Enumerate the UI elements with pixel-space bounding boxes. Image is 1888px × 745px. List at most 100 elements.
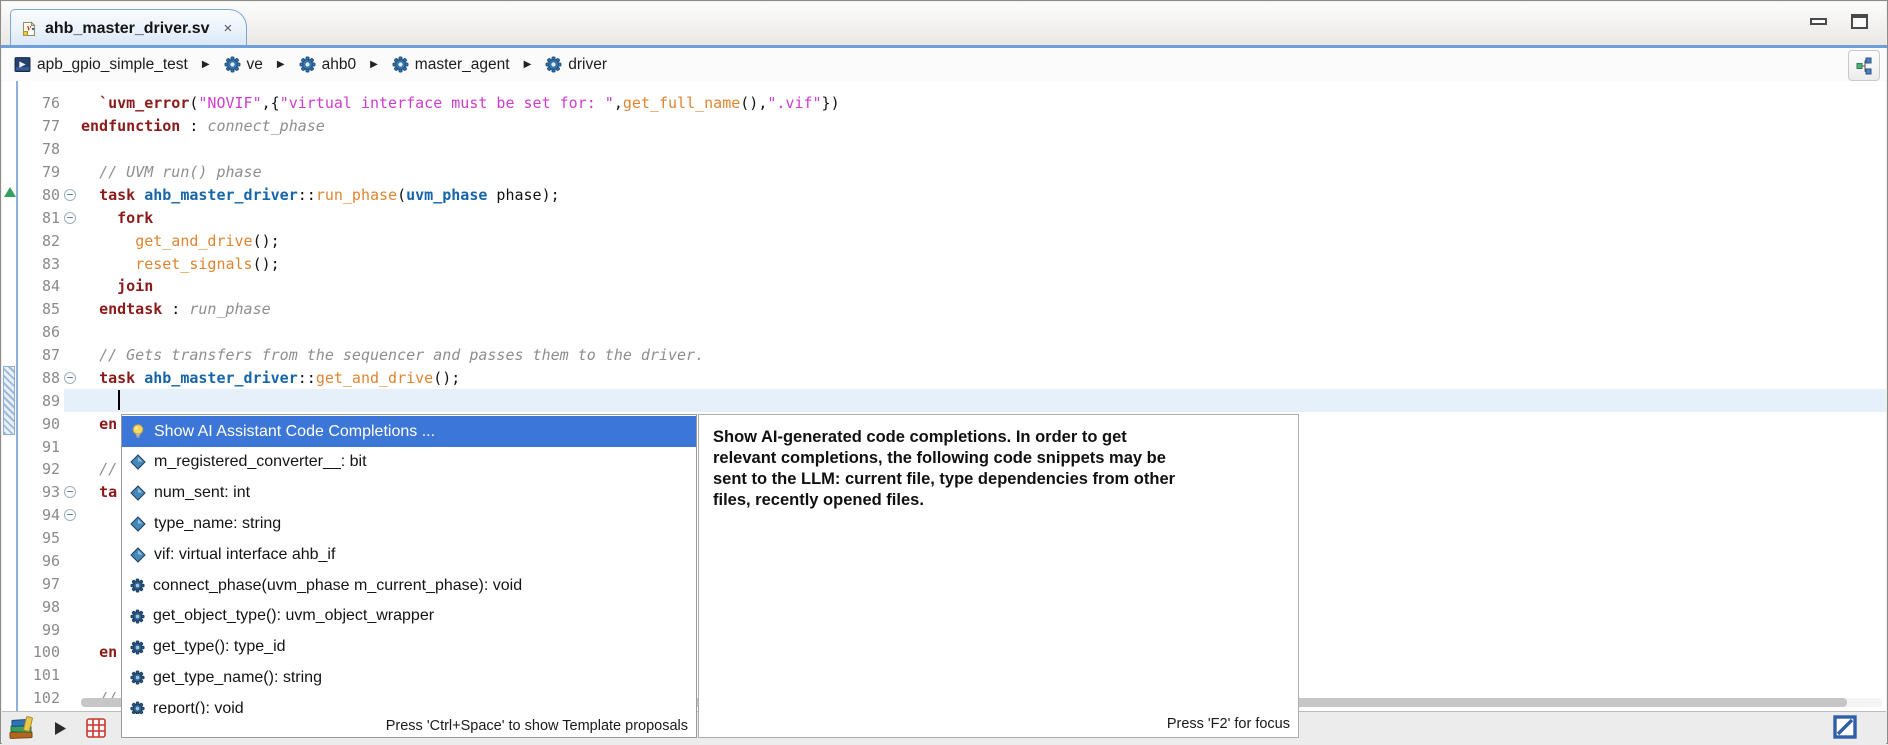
completion-item[interactable]: vif: virtual interface ahb_if [122, 539, 696, 570]
tab-bar: v ahb_master_driver.sv × [2, 2, 1886, 47]
breadcrumb-label: ahb0 [321, 55, 357, 73]
code-line[interactable]: 82 get_and_drive(); [2, 229, 1886, 252]
code-text: // Gets transfers from the sequencer and… [99, 346, 705, 365]
line-number: 80 [41, 185, 60, 204]
code-line[interactable]: 76 `uvm_error("NOVIF",{"virtual interfac… [2, 92, 1886, 115]
line-number: 78 [41, 140, 60, 159]
line-number: 94 [41, 506, 60, 525]
breadcrumb-separator-icon: ▶ [201, 59, 210, 70]
uvm-component-icon [299, 56, 316, 73]
show-hierarchy-button[interactable] [1848, 50, 1880, 81]
completion-item[interactable]: get_type(): type_id [122, 632, 696, 663]
line-number: 91 [41, 437, 60, 456]
breadcrumb-item-driver[interactable]: driver [545, 56, 607, 74]
code-line[interactable]: 86 [2, 321, 1886, 344]
fold-collapse-icon[interactable] [64, 509, 76, 522]
code-text: `uvm_error("NOVIF",{"virtual interface m… [99, 94, 840, 113]
fold-collapse-icon[interactable] [64, 486, 76, 499]
editor-tab[interactable]: v ahb_master_driver.sv × [10, 9, 248, 47]
text-cursor [118, 390, 120, 411]
completion-label: get_type(): type_id [153, 638, 286, 656]
completion-item[interactable]: get_type_name(): string [122, 663, 696, 694]
code-line[interactable]: 78 [2, 138, 1886, 161]
restore-view-icon[interactable] [1832, 714, 1858, 740]
tab-title: ahb_master_driver.sv [45, 19, 210, 37]
code-line[interactable]: 89 [2, 389, 1886, 413]
fold-collapse-icon[interactable] [64, 371, 76, 384]
hierarchy-icon [1855, 57, 1873, 75]
completion-item[interactable]: type_name: string [122, 509, 696, 540]
breadcrumb-label: apb_gpio_simple_test [37, 55, 188, 73]
line-number: 86 [41, 323, 60, 342]
code-line[interactable]: 88 task ahb_master_driver::get_and_drive… [2, 367, 1886, 390]
code-line[interactable]: 87 // Gets transfers from the sequencer … [2, 344, 1886, 367]
line-number: 85 [41, 300, 60, 319]
line-number: 79 [41, 163, 60, 182]
completion-item[interactable]: m_registered_converter__: bit [122, 447, 696, 478]
completion-item[interactable]: get_object_type(): uvm_object_wrapper [122, 601, 696, 632]
code-line[interactable]: 83 reset_signals(); [2, 252, 1886, 275]
breadcrumb-separator-icon: ▶ [276, 59, 285, 70]
completion-label: vif: virtual interface ahb_if [154, 545, 336, 563]
uvm-component-icon [545, 56, 562, 73]
completion-label: Show AI Assistant Code Completions ... [154, 422, 436, 440]
line-number: 92 [41, 460, 60, 479]
breadcrumb: apb_gpio_simple_test ▶ ve ▶ ahb0 ▶ master_a… [2, 48, 1886, 82]
lightbulb-icon [130, 423, 146, 440]
breadcrumb-item-ahb0[interactable]: ahb0 [299, 56, 356, 74]
line-number: 97 [41, 574, 60, 593]
fold-collapse-icon[interactable] [64, 211, 76, 224]
completion-footer: Press 'Ctrl+Space' to show Template prop… [122, 714, 696, 737]
method-icon [130, 609, 145, 624]
completion-item[interactable]: num_sent: int [122, 478, 696, 509]
completion-item-selected[interactable]: Show AI Assistant Code Completions ... [122, 416, 696, 447]
line-number: 88 [41, 368, 60, 387]
completion-footer-text: Press 'Ctrl+Space' to show Template prop… [385, 717, 688, 734]
minimize-icon[interactable] [1810, 18, 1827, 25]
code-line[interactable]: 80 task ahb_master_driver::run_phase(uvm… [2, 184, 1886, 207]
field-icon [130, 547, 146, 563]
method-icon [130, 640, 145, 655]
completion-label: connect_phase(uvm_phase m_current_phase)… [153, 576, 523, 594]
code-line[interactable]: 81 fork [2, 206, 1886, 229]
line-number: 99 [41, 620, 60, 639]
completion-item[interactable]: connect_phase(uvm_phase m_current_phase)… [122, 570, 696, 601]
code-text: join [117, 277, 154, 296]
code-line[interactable]: 77 endfunction : connect_phase [2, 115, 1886, 138]
code-line[interactable]: 79 // UVM run() phase [2, 161, 1886, 184]
code-line[interactable]: 84 join [2, 275, 1886, 298]
breadcrumb-label: ve [246, 55, 263, 73]
breadcrumb-item-master_agent[interactable]: master_agent [392, 56, 510, 74]
close-icon[interactable]: × [224, 20, 233, 37]
breadcrumb-label: master_agent [414, 55, 510, 73]
breadcrumb-separator-icon: ▶ [523, 59, 532, 70]
line-number: 76 [41, 94, 60, 113]
line-number: 83 [41, 254, 60, 273]
breadcrumb-separator-icon: ▶ [370, 59, 378, 70]
line-number: 82 [41, 231, 60, 250]
method-icon [130, 578, 145, 593]
breadcrumb-label: driver [568, 55, 608, 73]
breadcrumb-item-apb_gpio_simple_test[interactable]: apb_gpio_simple_test [14, 56, 188, 74]
completion-info-tooltip: Show AI-generated code completions. In o… [698, 414, 1299, 738]
fold-collapse-icon[interactable] [64, 188, 76, 201]
field-icon [130, 454, 146, 471]
maximize-icon[interactable] [1851, 14, 1868, 29]
library-icon[interactable] [8, 715, 36, 741]
breadcrumb-item-ve[interactable]: ve [224, 56, 263, 74]
code-text: get_and_drive(); [135, 231, 280, 250]
line-number: 90 [41, 414, 60, 433]
line-number: 100 [32, 643, 60, 662]
code-text: fork [117, 208, 154, 227]
completion-label: num_sent: int [154, 484, 251, 502]
grid-icon[interactable] [85, 717, 107, 739]
completion-label: get_object_type(): uvm_object_wrapper [153, 607, 435, 625]
uvm-component-icon [392, 56, 409, 73]
tooltip-text: Show AI-generated code completions. In o… [713, 428, 1176, 509]
code-line[interactable]: 85 endtask : run_phase [2, 298, 1886, 321]
line-number: 96 [41, 551, 60, 570]
run-icon[interactable] [54, 721, 67, 736]
line-number: 93 [41, 483, 60, 502]
completion-label: m_registered_converter__: bit [154, 453, 367, 471]
code-completion-popup: Show AI Assistant Code Completions ... m… [121, 414, 697, 738]
